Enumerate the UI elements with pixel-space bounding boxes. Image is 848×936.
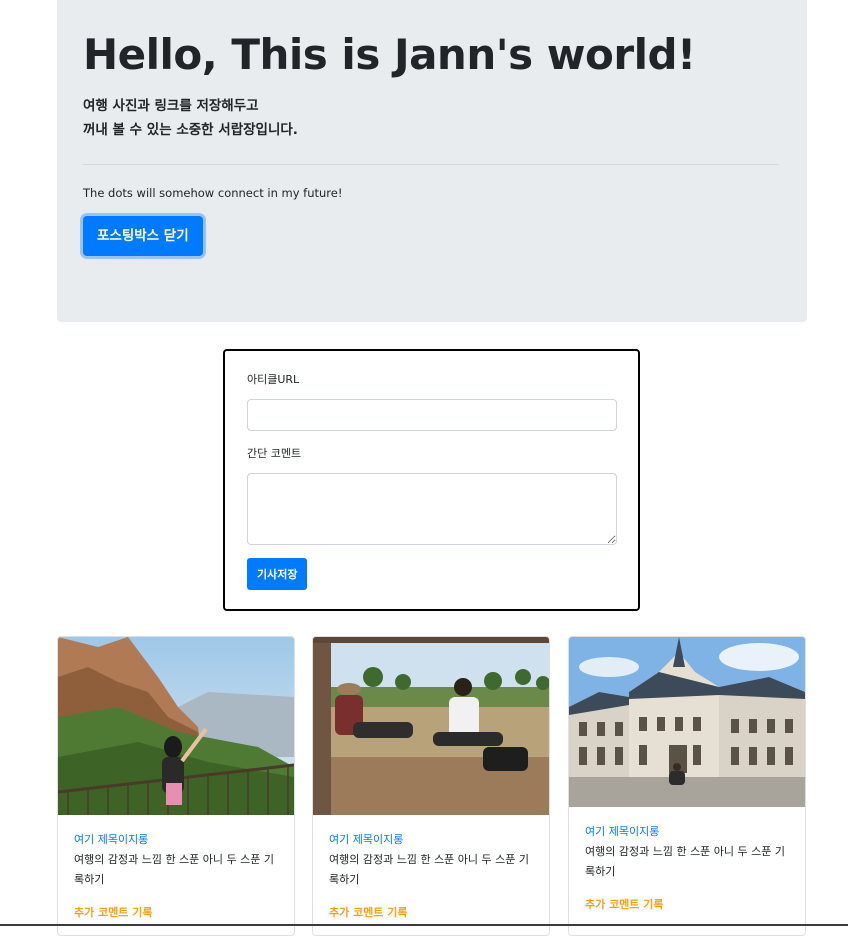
save-article-button[interactable]: 기사저장 [247, 558, 308, 590]
card-extra-comment: 추가 코멘트 기록 [585, 898, 664, 911]
lead-line-2: 꺼내 볼 수 있는 소중한 서랍장입니다. [83, 122, 298, 138]
card-title[interactable]: 여기 제목이지롱 [585, 824, 789, 840]
card-image-mountain [58, 637, 294, 815]
card-1[interactable]: 여기 제목이지롱 여행의 감정과 느낌 한 스푼 아니 두 스푼 기록하기 추가… [57, 636, 295, 936]
card-title[interactable]: 여기 제목이지롱 [329, 832, 533, 848]
subtext: The dots will somehow connect in my futu… [83, 186, 343, 200]
card-extra-comment: 추가 코멘트 기록 [74, 906, 153, 919]
page-title: Hello, This is Jann's world! [83, 30, 696, 79]
comment-textarea[interactable] [247, 473, 617, 545]
card-3[interactable]: 여기 제목이지롱 여행의 감정과 느낌 한 스푼 아니 두 스푼 기록하기 추가… [568, 636, 806, 936]
card-title[interactable]: 여기 제목이지롱 [74, 832, 278, 848]
toggle-posting-box-button[interactable]: 포스팅박스 닫기 [83, 216, 203, 256]
card-body: 여기 제목이지롱 여행의 감정과 느낌 한 스푼 아니 두 스푼 기록하기 추가… [313, 815, 549, 920]
divider [83, 164, 779, 165]
jumbotron: Hello, This is Jann's world! 여행 사진과 링크를 … [57, 0, 807, 322]
card-body: 여기 제목이지롱 여행의 감정과 느낌 한 스푼 아니 두 스푼 기록하기 추가… [569, 807, 805, 912]
card-text: 여행의 감정과 느낌 한 스푼 아니 두 스푼 기록하기 [329, 853, 530, 886]
url-label: 아티클URL [247, 373, 300, 386]
card-text: 여행의 감정과 느낌 한 스푼 아니 두 스푼 기록하기 [74, 853, 275, 886]
lead-line-1: 여행 사진과 링크를 저장해두고 [83, 98, 259, 114]
card-extra-comment: 추가 코멘트 기록 [329, 906, 408, 919]
card-body: 여기 제목이지롱 여행의 감정과 느낌 한 스푼 아니 두 스푼 기록하기 추가… [58, 815, 294, 920]
article-url-input[interactable] [247, 399, 617, 431]
lead-text: 여행 사진과 링크를 저장해두고 꺼내 볼 수 있는 소중한 서랍장입니다. [83, 94, 781, 142]
card-text: 여행의 감정과 느낌 한 스푼 아니 두 스푼 기록하기 [585, 845, 786, 878]
comment-label: 간단 코멘트 [247, 447, 302, 460]
posting-box: 아티클URL 간단 코멘트 기사저장 [223, 349, 640, 611]
card-image-city-hall [569, 637, 805, 807]
card-image-ruins [313, 637, 549, 815]
card-2[interactable]: 여기 제목이지롱 여행의 감정과 느낌 한 스푼 아니 두 스푼 기록하기 추가… [312, 636, 550, 936]
